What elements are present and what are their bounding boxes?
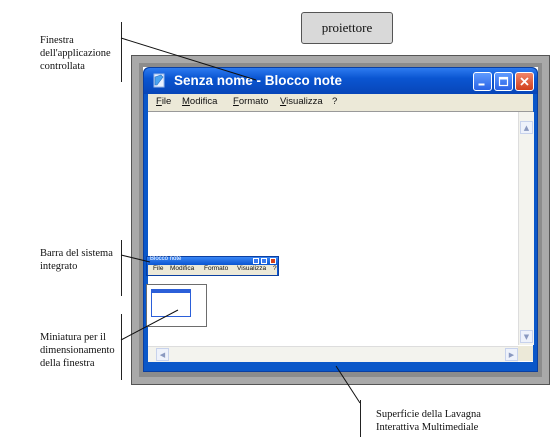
annotation-surface-line-2: Interattiva Multimediale [376, 422, 479, 433]
vertical-scrollbar[interactable]: ▲ ▼ [518, 112, 534, 345]
annotation-window-line-3: controllata [40, 61, 85, 72]
notepad-menubar: File Modifica Formato Visualizza ? [148, 94, 533, 111]
resize-grip-icon[interactable] [518, 346, 533, 361]
system-bar-menu-visualizza[interactable]: Visualizza [237, 265, 266, 272]
projector-box: proiettore [301, 12, 393, 44]
annotation-window-line-2: dell'applicazione [40, 48, 111, 59]
window-thumbnail[interactable] [146, 284, 207, 327]
system-bar-menu-file[interactable]: File [153, 265, 163, 272]
menu-formato[interactable]: Formato [233, 96, 268, 107]
thumbnail-titlebar [152, 290, 190, 293]
notepad-title: Senza nome - Blocco note [174, 73, 343, 88]
annotation-window-bracket [121, 22, 122, 82]
system-bar-menu-formato[interactable]: Formato [204, 265, 228, 272]
annotation-system-bar-bracket [121, 240, 122, 296]
annotation-thumbnail: Miniatura per il dimensionamento della f… [40, 331, 115, 370]
menu-file[interactable]: File [156, 96, 171, 107]
annotation-window-line-1: Finestra [40, 35, 74, 46]
menu-modifica[interactable]: Modifica [182, 96, 217, 107]
system-bar-titlebar[interactable]: Blocco note [147, 256, 278, 265]
scroll-right-icon[interactable]: ▶ [505, 348, 518, 361]
annotation-system-bar: Barra del sistema integrato [40, 247, 113, 273]
annotation-system-bar-line-1: Barra del sistema [40, 248, 113, 259]
system-bar-menu-modifica[interactable]: Modifica [170, 265, 194, 272]
scroll-up-icon[interactable]: ▲ [520, 121, 533, 134]
system-bar-menu-help[interactable]: ? [273, 265, 277, 272]
annotation-thumbnail-bracket [121, 314, 122, 380]
notepad-titlebar[interactable]: Senza nome - Blocco note [144, 68, 537, 94]
close-icon [520, 77, 529, 86]
system-bar-title: Blocco note [150, 256, 182, 262]
system-bar[interactable]: Blocco note File Modifica Formato Visual… [146, 256, 279, 276]
annotation-surface: Superficie della Lavagna Interattiva Mul… [376, 408, 481, 434]
minimize-icon [478, 83, 485, 86]
system-bar-maximize-icon[interactable] [261, 258, 267, 264]
scroll-down-icon[interactable]: ▼ [520, 330, 533, 343]
system-bar-menu: File Modifica Formato Visualizza ? [148, 265, 277, 275]
system-bar-minimize-icon[interactable] [253, 258, 259, 264]
annotation-window: Finestra dell'applicazione controllata [40, 34, 111, 73]
annotation-system-bar-line-2: integrato [40, 261, 78, 272]
maximize-button[interactable] [494, 72, 513, 91]
notepad-icon [153, 73, 165, 88]
maximize-icon [498, 76, 509, 87]
scroll-left-icon[interactable]: ◀ [156, 348, 169, 361]
annotation-thumbnail-line-1: Miniatura per il [40, 332, 106, 343]
annotation-thumbnail-line-3: della finestra [40, 358, 95, 369]
close-button[interactable] [515, 72, 534, 91]
annotation-thumbnail-line-2: dimensionamento [40, 345, 115, 356]
minimize-button[interactable] [473, 72, 492, 91]
annotation-surface-bracket [360, 400, 361, 437]
annotation-surface-line-1: Superficie della Lavagna [376, 409, 481, 420]
menu-help[interactable]: ? [332, 96, 337, 107]
horizontal-scrollbar[interactable]: ◀ ▶ [148, 346, 518, 362]
system-bar-close-icon[interactable] [270, 258, 276, 264]
thumbnail-window-preview[interactable] [151, 289, 191, 317]
projector-label: proiettore [321, 20, 373, 35]
menu-visualizza[interactable]: Visualizza [280, 96, 323, 107]
